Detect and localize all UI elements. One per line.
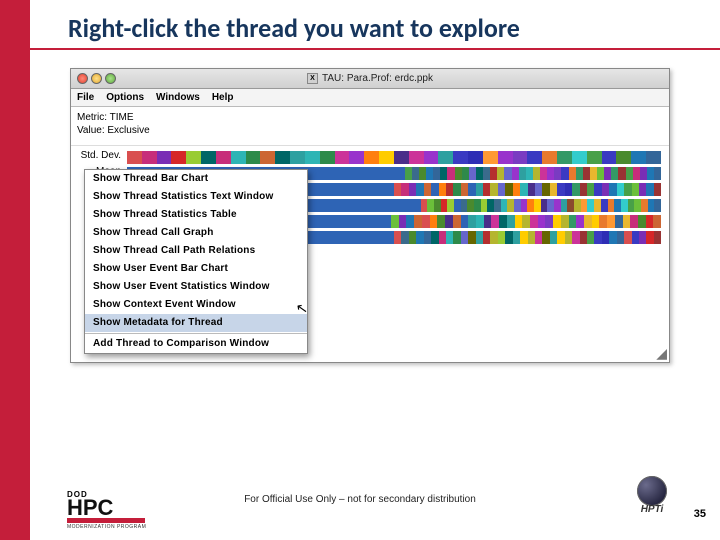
context-menu: Show Thread Bar ChartShow Thread Statist… — [84, 169, 308, 354]
context-menu-item[interactable]: Show Metadata for Thread — [85, 314, 307, 332]
thread-row[interactable] — [127, 150, 669, 165]
close-icon[interactable] — [77, 73, 88, 84]
context-menu-item[interactable]: Show Context Event Window — [85, 296, 307, 314]
minimize-icon[interactable] — [91, 73, 102, 84]
value-line: Value: Exclusive — [77, 124, 663, 137]
logo-dod-hpc: DOD HPC MODERNIZATION PROGRAM — [67, 490, 146, 530]
context-menu-item[interactable]: Show Thread Call Graph — [85, 224, 307, 242]
context-menu-item[interactable]: Show User Event Bar Chart — [85, 260, 307, 278]
context-menu-item[interactable]: Show Thread Bar Chart — [85, 170, 307, 188]
context-menu-item[interactable]: Add Thread to Comparison Window — [85, 335, 307, 353]
titlebar-center: X TAU: Para.Prof: erdc.ppk — [71, 73, 669, 84]
slide-accent-band — [0, 0, 30, 540]
metric-info: Metric: TIME Value: Exclusive — [71, 107, 669, 146]
menu-options[interactable]: Options — [106, 92, 144, 103]
menu-help[interactable]: Help — [212, 92, 234, 103]
title-underline — [30, 48, 720, 50]
context-menu-item[interactable]: Show Thread Call Path Relations — [85, 242, 307, 260]
window-title: TAU: Para.Prof: erdc.ppk — [322, 73, 433, 84]
context-menu-item[interactable]: Show Thread Statistics Table — [85, 206, 307, 224]
menubar: File Options Windows Help — [71, 89, 669, 107]
globe-icon — [637, 476, 667, 506]
resize-grip-icon[interactable]: ◢ — [655, 348, 667, 360]
zoom-icon[interactable] — [105, 73, 116, 84]
page-number: 35 — [694, 508, 706, 520]
window-titlebar[interactable]: X TAU: Para.Prof: erdc.ppk — [71, 69, 669, 89]
traffic-light-buttons — [77, 73, 116, 84]
app-icon: X — [307, 73, 318, 84]
thread-row-label: Std. Dev. — [71, 150, 125, 161]
slide-title: Right-click the thread you want to explo… — [68, 12, 520, 44]
menu-file[interactable]: File — [77, 92, 94, 103]
metric-line: Metric: TIME — [77, 111, 663, 124]
context-menu-item[interactable]: Show Thread Statistics Text Window — [85, 188, 307, 206]
context-menu-separator — [85, 333, 307, 334]
context-menu-item[interactable]: Show User Event Statistics Window — [85, 278, 307, 296]
menu-windows[interactable]: Windows — [156, 92, 200, 103]
logo-hpti: HPTi — [632, 476, 672, 516]
